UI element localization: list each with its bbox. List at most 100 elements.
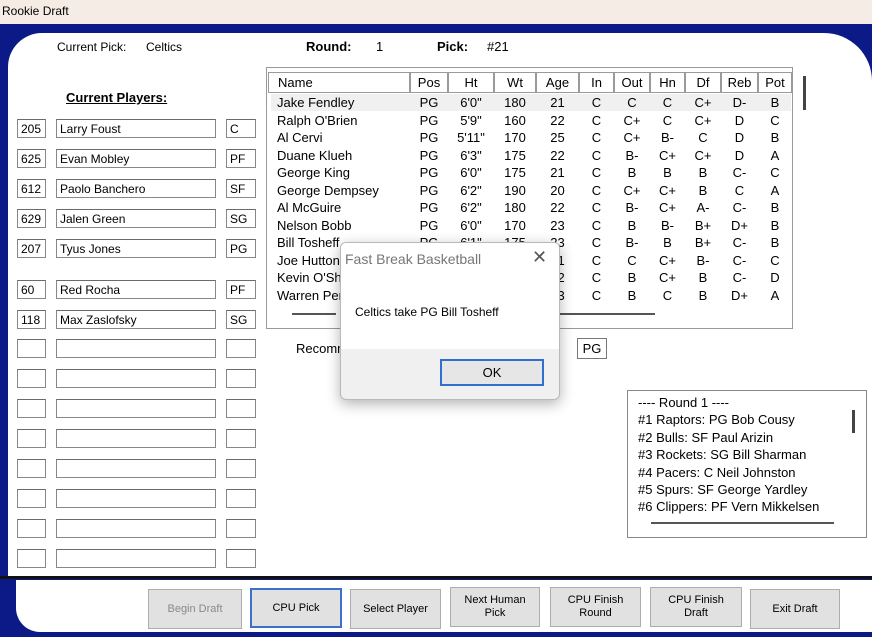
grid-cell[interactable]: C+ — [685, 94, 721, 111]
player-position-field[interactable] — [226, 489, 256, 508]
grid-cell[interactable]: PG — [410, 164, 448, 181]
grid-cell[interactable]: Al Cervi — [277, 129, 323, 146]
grid-cell[interactable]: C — [579, 182, 614, 199]
grid-cell[interactable]: C — [758, 252, 792, 269]
grid-cell[interactable]: B — [685, 287, 721, 304]
grid-scrollbar-thumb[interactable] — [803, 76, 806, 110]
column-header[interactable]: Name — [268, 72, 410, 93]
grid-cell[interactable]: George Dempsey — [277, 182, 379, 199]
grid-cell[interactable]: 20 — [536, 182, 579, 199]
player-number-field[interactable] — [17, 459, 46, 478]
column-header[interactable]: Wt — [494, 72, 536, 93]
player-name-field[interactable] — [56, 399, 216, 418]
player-number-field[interactable] — [17, 429, 46, 448]
column-header[interactable]: Age — [536, 72, 579, 93]
player-position-field[interactable]: PG — [226, 239, 256, 258]
grid-cell[interactable]: B- — [650, 217, 685, 234]
player-name-field[interactable] — [56, 519, 216, 538]
grid-cell[interactable]: 22 — [536, 199, 579, 216]
grid-cell[interactable]: C — [650, 94, 685, 111]
column-header[interactable]: Reb — [721, 72, 758, 93]
grid-cell[interactable]: PG — [410, 94, 448, 111]
player-position-field[interactable] — [226, 459, 256, 478]
grid-cell[interactable]: C — [614, 94, 650, 111]
grid-cell[interactable]: 175 — [494, 147, 536, 164]
grid-cell[interactable]: Al McGuire — [277, 199, 341, 216]
grid-cell[interactable]: B — [758, 217, 792, 234]
grid-cell[interactable]: C — [721, 182, 758, 199]
recommended-position-button[interactable]: PG — [577, 338, 607, 359]
player-number-field[interactable] — [17, 489, 46, 508]
grid-cell[interactable]: D — [721, 147, 758, 164]
grid-cell[interactable]: PG — [410, 217, 448, 234]
grid-cell[interactable]: B — [758, 199, 792, 216]
grid-cell[interactable]: Bill Tosheff — [277, 234, 339, 251]
grid-cell[interactable]: 6'0" — [448, 94, 494, 111]
grid-cell[interactable]: D — [721, 112, 758, 129]
grid-cell[interactable]: B — [685, 269, 721, 286]
player-name-field[interactable] — [56, 489, 216, 508]
grid-cell[interactable]: A — [758, 182, 792, 199]
player-number-field[interactable] — [17, 399, 46, 418]
grid-cell[interactable]: C — [579, 112, 614, 129]
grid-cell[interactable]: 175 — [494, 164, 536, 181]
grid-cell[interactable]: 6'0" — [448, 217, 494, 234]
player-position-field[interactable]: C — [226, 119, 256, 138]
grid-cell[interactable]: C — [614, 252, 650, 269]
ok-button[interactable]: OK — [440, 359, 544, 386]
grid-cell[interactable]: 5'11" — [448, 129, 494, 146]
grid-cell[interactable]: B — [650, 164, 685, 181]
grid-cell[interactable]: 6'0" — [448, 164, 494, 181]
grid-cell[interactable]: 21 — [536, 164, 579, 181]
grid-cell[interactable]: 180 — [494, 199, 536, 216]
player-number-field[interactable] — [17, 369, 46, 388]
player-name-field[interactable]: Evan Mobley — [56, 149, 216, 168]
grid-cell[interactable]: C+ — [614, 182, 650, 199]
begin-draft-button[interactable]: Begin Draft — [148, 589, 242, 629]
player-name-field[interactable]: Max Zaslofsky — [56, 310, 216, 329]
grid-cell[interactable]: C- — [721, 199, 758, 216]
grid-cell[interactable]: B — [650, 234, 685, 251]
grid-cell[interactable]: 170 — [494, 129, 536, 146]
grid-cell[interactable]: PG — [410, 129, 448, 146]
player-position-field[interactable] — [226, 339, 256, 358]
grid-cell[interactable]: C — [758, 164, 792, 181]
grid-cell[interactable]: 6'2" — [448, 182, 494, 199]
grid-cell[interactable]: 22 — [536, 112, 579, 129]
exit-draft-button[interactable]: Exit Draft — [750, 589, 840, 629]
draft-log-scrollbar-thumb[interactable] — [852, 410, 855, 433]
grid-cell[interactable]: Jake Fendley — [277, 94, 354, 111]
grid-cell[interactable]: PG — [410, 199, 448, 216]
player-name-field[interactable] — [56, 459, 216, 478]
column-header[interactable]: Hn — [650, 72, 685, 93]
select-player-button[interactable]: Select Player — [350, 589, 441, 629]
grid-cell[interactable]: C+ — [650, 199, 685, 216]
player-position-field[interactable]: PF — [226, 280, 256, 299]
grid-cell[interactable]: C- — [721, 269, 758, 286]
grid-cell[interactable]: C — [579, 94, 614, 111]
grid-cell[interactable]: C — [579, 199, 614, 216]
player-position-field[interactable]: SG — [226, 209, 256, 228]
player-name-field[interactable]: Red Rocha — [56, 280, 216, 299]
player-name-field[interactable] — [56, 429, 216, 448]
player-name-field[interactable] — [56, 549, 216, 568]
grid-cell[interactable]: Nelson Bobb — [277, 217, 351, 234]
grid-cell[interactable]: 180 — [494, 94, 536, 111]
grid-cell[interactable]: C — [579, 164, 614, 181]
grid-cell[interactable]: C+ — [614, 112, 650, 129]
cpu-finish-draft-button[interactable]: CPU Finish Draft — [650, 587, 742, 627]
player-number-field[interactable]: 207 — [17, 239, 46, 258]
player-name-field[interactable] — [56, 339, 216, 358]
grid-cell[interactable]: D — [721, 129, 758, 146]
grid-cell[interactable]: C — [579, 147, 614, 164]
grid-hscroll-thumb-right[interactable] — [560, 313, 655, 315]
player-position-field[interactable] — [226, 429, 256, 448]
player-position-field[interactable]: SG — [226, 310, 256, 329]
grid-cell[interactable]: C+ — [650, 182, 685, 199]
grid-cell[interactable]: B — [685, 182, 721, 199]
grid-cell[interactable]: C+ — [650, 252, 685, 269]
player-position-field[interactable] — [226, 519, 256, 538]
grid-cell[interactable]: George King — [277, 164, 350, 181]
grid-cell[interactable]: C — [579, 252, 614, 269]
grid-cell[interactable]: B — [758, 234, 792, 251]
